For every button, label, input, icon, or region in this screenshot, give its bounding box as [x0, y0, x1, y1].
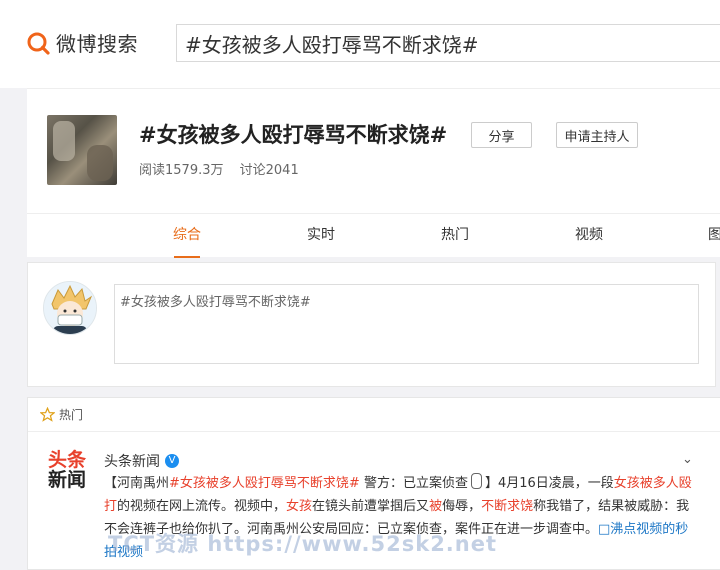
toutiao-news-logo[interactable]: 头条 新闻: [48, 450, 92, 494]
author-name: 头条新闻: [104, 454, 160, 470]
post-text-segment: 警方：已立案侦查: [359, 476, 468, 491]
user-avatar[interactable]: [43, 281, 97, 335]
compose-box: #女孩被多人殴打辱骂不断求饶#: [27, 262, 716, 387]
divider: [28, 431, 720, 432]
discussion-count: 讨论2041: [239, 163, 299, 178]
tab-video[interactable]: 视频: [573, 214, 605, 256]
hot-section-label: 热门: [59, 408, 84, 422]
top-bar: 微博搜索 #女孩被多人殴打辱骂不断求饶#: [0, 0, 720, 88]
topic-title: #女孩被多人殴打辱骂不断求饶#: [139, 123, 448, 147]
search-logo-icon: [27, 32, 50, 55]
read-count: 阅读1579.3万: [139, 163, 224, 178]
post-text-segment: 】4月16日凌晨，一段: [484, 476, 614, 491]
post-text-segment: 在镜头前遭掌掴后又: [312, 499, 430, 514]
tab-realtime[interactable]: 实时: [305, 214, 337, 256]
post-hashtag-link[interactable]: #女孩被多人殴打辱骂不断求饶#: [169, 476, 360, 491]
keyword-highlight: 被: [429, 499, 443, 514]
post-author[interactable]: 头条新闻 V: [104, 451, 179, 471]
compose-textarea[interactable]: #女孩被多人殴打辱骂不断求饶#: [114, 284, 699, 364]
search-input[interactable]: #女孩被多人殴打辱骂不断求饶#: [176, 24, 720, 62]
topic-thumbnail[interactable]: [47, 115, 117, 185]
tab-bar: 综合 实时 热门 视频 图: [27, 213, 720, 258]
tab-comprehensive[interactable]: 综合: [171, 214, 203, 258]
verified-icon: V: [165, 454, 179, 468]
post-text-segment: 【河南禹州: [104, 476, 170, 491]
chevron-down-icon[interactable]: ⌄: [682, 452, 693, 467]
post-text-segment: 称我错了，: [533, 499, 599, 514]
topic-card: #女孩被多人殴打辱骂不断求饶# 分享 申请主持人 阅读1579.3万 讨论204…: [27, 88, 720, 258]
share-button[interactable]: 分享: [471, 122, 532, 148]
post-text-segment: 的视频在网上流传。视频中，: [117, 499, 287, 514]
keyword-highlight: 女孩: [286, 499, 313, 514]
site-watermark: TCT资源 https://www.52sk2.net: [108, 532, 498, 556]
microphone-icon: [470, 473, 482, 489]
tab-image[interactable]: 图: [707, 214, 720, 256]
topic-stats: 阅读1579.3万 讨论2041: [139, 159, 299, 178]
keyword-highlight: 不断求饶: [481, 499, 534, 514]
star-icon: [40, 407, 55, 422]
avatar-illustration: [44, 282, 96, 334]
logo-text: 微博搜索: [56, 32, 138, 56]
hot-section-header: 热门: [40, 406, 83, 423]
tab-hot[interactable]: 热门: [439, 214, 471, 256]
post-text-segment: 侮辱，: [442, 499, 482, 514]
logo-line-1: 头条: [48, 449, 87, 471]
apply-host-button[interactable]: 申请主持人: [556, 122, 638, 148]
weibo-search-logo[interactable]: 微博搜索: [26, 28, 138, 57]
logo-line-2: 新闻: [48, 469, 87, 491]
